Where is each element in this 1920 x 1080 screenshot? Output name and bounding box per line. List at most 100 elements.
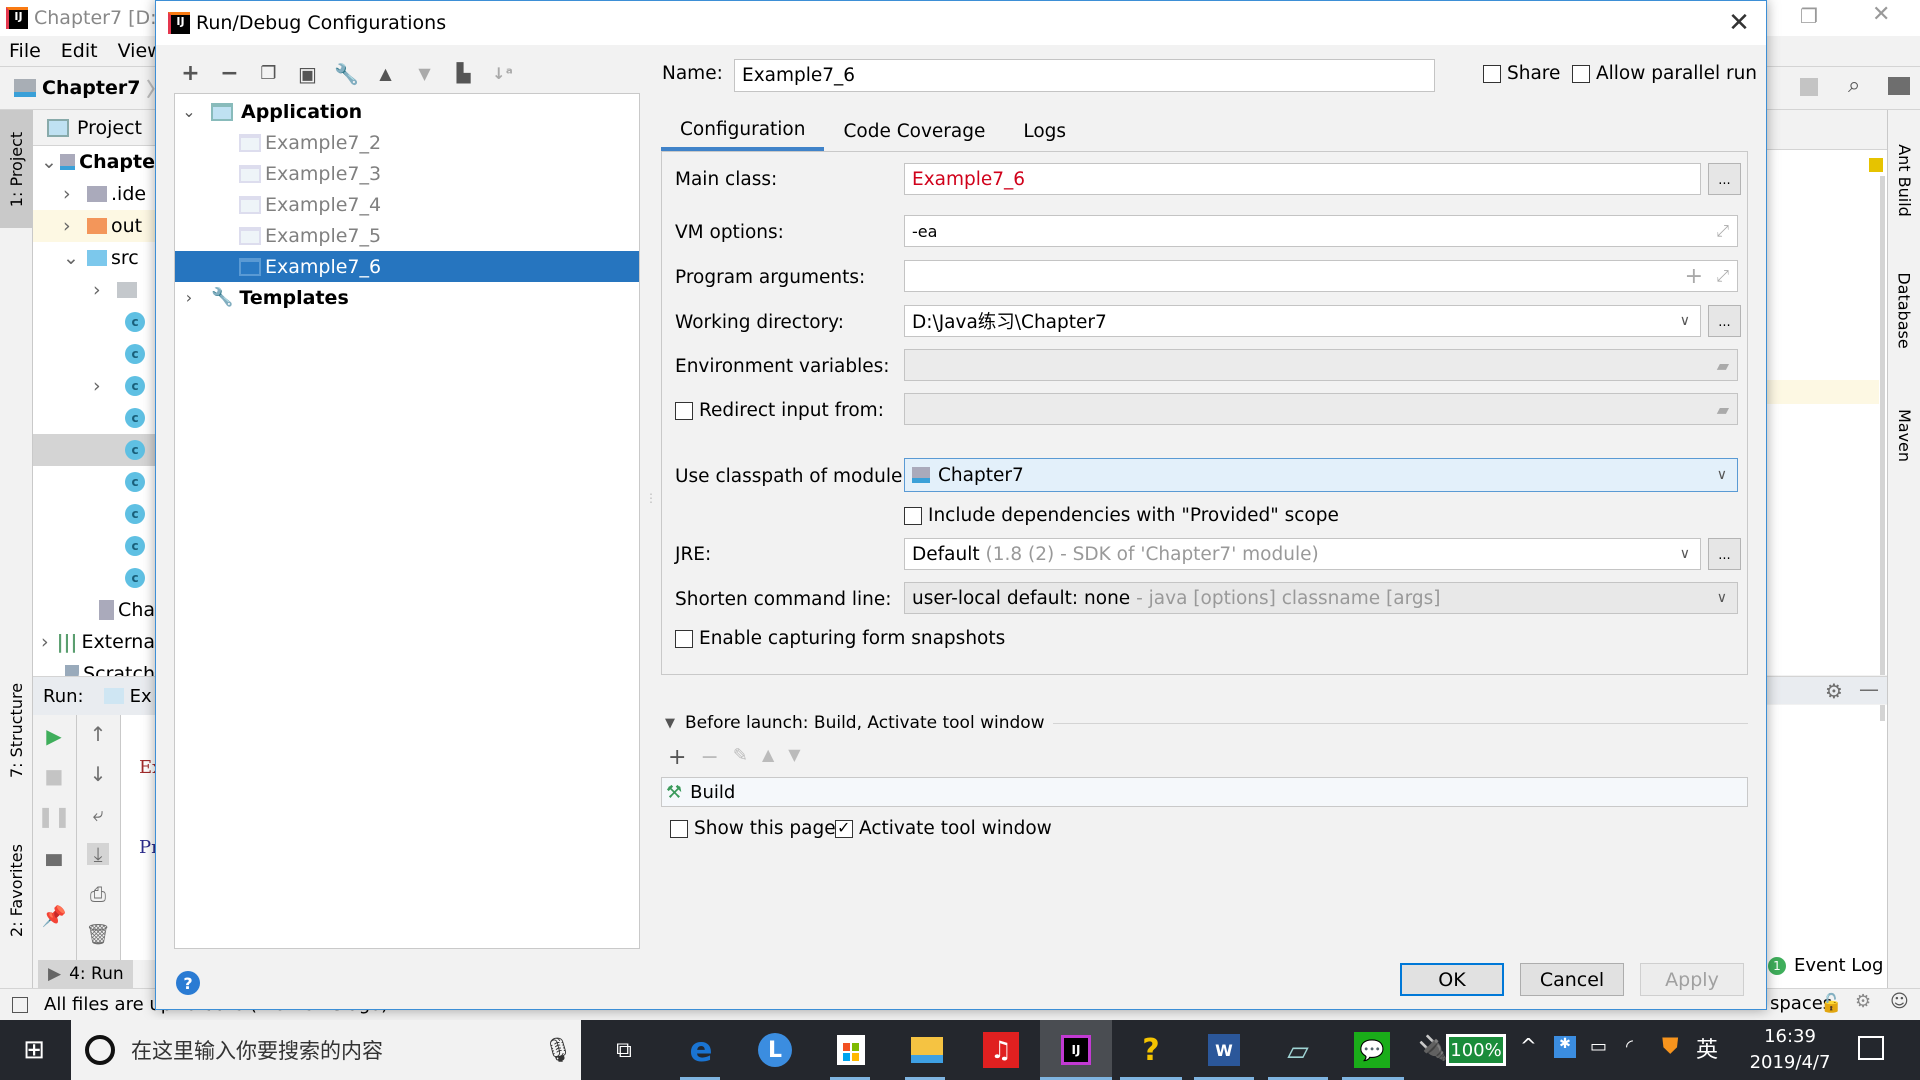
tab-run[interactable]: ▶ 4: Run [38,960,133,988]
save-icon[interactable]: ▣ [295,61,320,86]
inspector-icon[interactable]: ☺ [1890,991,1909,1012]
print-icon[interactable]: ⎙ [87,882,109,906]
microphone-icon[interactable]: 🎙 [543,1036,573,1064]
add-icon[interactable]: + [178,61,203,86]
tab-structure[interactable]: 7: Structure [0,670,33,790]
enable-snapshots-checkbox[interactable]: Enable capturing form snapshots [675,628,1005,649]
arrow-down-icon[interactable]: ↓ [87,762,109,786]
before-launch-header[interactable]: ▼ Before launch: Build, Activate tool wi… [665,713,1748,733]
arrow-up-icon[interactable]: ↑ [87,722,109,746]
name-input[interactable]: Example7_6 [734,59,1435,92]
tree-item[interactable]: c [33,434,155,466]
redirect-input-checkbox[interactable]: Redirect input from: [675,400,884,421]
lock-icon[interactable]: 🔓 [1820,993,1842,1014]
move-down-icon[interactable]: ▼ [788,745,800,770]
pin-icon[interactable]: 📌 [42,904,67,928]
store-icon[interactable] [831,1030,871,1070]
app-l-icon[interactable]: L [755,1030,795,1070]
redirect-input-checkbox-box[interactable] [675,402,693,420]
tree-item[interactable]: › ||| Externa [33,626,155,658]
expand-icon[interactable]: ⤢ [1716,221,1729,241]
tab-project[interactable]: 1: Project [0,110,33,228]
remove-icon[interactable]: − [217,61,242,86]
clock[interactable]: 16:39 2019/4/7 [1740,1024,1840,1076]
tree-item[interactable]: c [33,562,155,594]
netease-music-icon[interactable]: ♫ [981,1030,1021,1070]
edge-icon[interactable]: e [681,1030,721,1070]
jre-combo[interactable]: Default (1.8 (2) - SDK of 'Chapter7' mod… [904,538,1701,570]
tree-item[interactable]: › .ide [33,178,155,210]
menu-edit[interactable]: Edit [61,40,98,62]
chevron-down-icon[interactable]: ∨ [1680,313,1690,329]
power-status-icon[interactable]: ▭ [1590,1036,1607,1057]
classpath-module-combo[interactable]: Chapter7 ∨ [904,458,1738,492]
tab-database[interactable]: Database [1888,250,1920,370]
apply-button[interactable]: Apply [1640,963,1744,996]
search-icon[interactable]: ⌕ [1848,73,1860,98]
soft-wrap-icon[interactable]: ⤶ [87,802,109,826]
tree-item[interactable]: c [33,402,155,434]
notepad-icon[interactable]: ▱ [1278,1030,1318,1070]
tree-item[interactable]: c [33,306,155,338]
share-checkbox-box[interactable] [1483,65,1501,83]
settings-help-icon[interactable]: ⚙ [1855,991,1871,1012]
chevron-right-icon[interactable]: › [179,288,199,307]
copy-icon[interactable]: ❐ [256,61,281,86]
intellij-icon[interactable]: IJ [1056,1030,1096,1070]
layout-icon[interactable]: ▀ [43,854,65,878]
folder-add-icon[interactable]: ▙ [451,61,476,86]
redirect-input-field[interactable]: ▰ [904,393,1738,425]
include-dependencies-checkbox[interactable]: Include dependencies with "Provided" sco… [904,505,1339,526]
include-dependencies-checkbox-box[interactable] [904,507,922,525]
folder-open-icon[interactable]: ▰ [1717,356,1729,375]
tray-app-icon[interactable]: ✱ [1554,1036,1576,1058]
project-structure-icon[interactable] [1888,77,1910,95]
sort-icon[interactable]: ↓ᵃ [490,61,515,86]
show-this-page-checkbox-box[interactable] [670,820,688,838]
share-checkbox[interactable]: Share [1483,63,1560,84]
tree-item[interactable]: › out [33,210,155,242]
tab-configuration[interactable]: Configuration [661,111,825,151]
tree-item[interactable]: ⌄ Chapte [33,146,155,178]
add-macro-icon[interactable]: + [1685,264,1703,289]
task-view-icon[interactable]: ⧉ [604,1030,644,1070]
windows-start-icon[interactable]: ⊞ [14,1030,54,1070]
tree-item[interactable]: c [33,466,155,498]
jre-browse-button[interactable]: ... [1708,538,1741,570]
stop-icon[interactable] [1800,78,1818,96]
before-launch-task[interactable]: Build [690,782,735,803]
tab-logs[interactable]: Logs [1004,111,1085,151]
allow-parallel-checkbox[interactable]: Allow parallel run [1572,63,1757,84]
working-directory-combo[interactable]: D:\Java练习\Chapter7 ∨ [904,305,1701,337]
vm-options-input[interactable]: -ea ⤢ [904,215,1738,247]
folder-open-icon[interactable]: ▰ [1717,400,1729,419]
tree-node-config[interactable]: Example7_4 [175,189,639,220]
rerun-icon[interactable]: ▶ [43,724,65,748]
event-log[interactable]: 1 Event Log [1768,955,1883,976]
tree-node-config[interactable]: Example7_2 [175,127,639,158]
close-icon[interactable]: ✕ [1872,2,1890,27]
environment-variables-input[interactable]: ▰ [904,349,1738,381]
move-up-icon[interactable]: ▲ [762,745,774,770]
show-this-page-checkbox[interactable]: Show this page [670,818,836,839]
edit-task-icon[interactable]: ✎ [733,745,748,770]
expand-icon[interactable]: ⤢ [1716,266,1729,286]
gear-icon[interactable]: ⚙ [1825,679,1843,703]
restore-icon[interactable]: ❐ [1800,4,1818,28]
tree-node-templates[interactable]: › 🔧 Templates [175,282,639,313]
run-config-tab[interactable]: Ex [130,686,152,707]
enable-snapshots-checkbox-box[interactable] [675,630,693,648]
menu-file[interactable]: File [9,40,41,62]
wifi-icon[interactable]: ◜ [1626,1036,1633,1057]
remove-task-icon[interactable]: − [700,745,718,770]
chevron-down-icon[interactable]: ∨ [1717,590,1727,606]
tab-favorites[interactable]: 2: Favorites [0,820,33,960]
tree-node-config[interactable]: Example7_5 [175,220,639,251]
scroll-to-end-icon[interactable]: ⤓ [87,842,109,866]
pause-icon[interactable]: ❚❚ [37,804,71,828]
splitter-handle[interactable]: ⋮ [645,491,657,505]
collapse-triangle-icon[interactable]: ▼ [665,716,675,731]
tree-item[interactable]: c [33,338,155,370]
working-directory-browse-button[interactable]: ... [1708,305,1741,337]
tree-item[interactable]: › [33,274,155,306]
